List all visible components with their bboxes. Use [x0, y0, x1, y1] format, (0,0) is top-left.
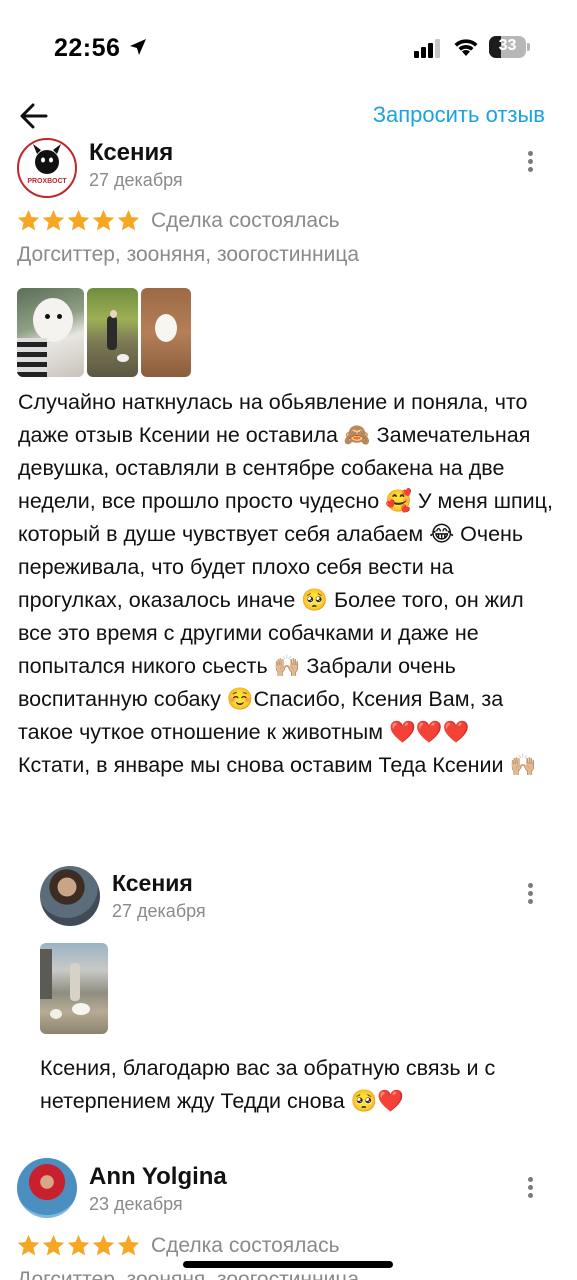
star-icon	[17, 1234, 40, 1256]
review2-author-name[interactable]: Ann Yolgina	[89, 1163, 227, 1191]
cellular-signal-icon	[414, 39, 440, 58]
request-review-link[interactable]: Запросить отзыв	[373, 102, 545, 128]
star-icon	[117, 1234, 140, 1256]
rating-stars	[16, 208, 141, 233]
reply-body-text: Ксения, благодарю вас за обратную связь …	[40, 1056, 496, 1113]
review-author-name[interactable]: Ксения	[89, 139, 173, 167]
star-icon	[42, 1234, 65, 1256]
reply-more-menu[interactable]	[520, 880, 540, 910]
author-avatar[interactable]: PROХВОСТ	[17, 138, 77, 198]
reply-author-avatar[interactable]	[40, 866, 100, 926]
star-icon	[92, 209, 115, 231]
review-category: Догситтер, зооняня, зоогостинница	[17, 243, 360, 266]
review-photo-1[interactable]	[17, 288, 84, 377]
star-icon	[117, 209, 140, 231]
location-arrow-icon	[130, 39, 146, 55]
star-icon	[92, 1234, 115, 1256]
review-photo-3[interactable]	[141, 288, 191, 377]
star-icon	[67, 1234, 90, 1256]
battery-icon: 33	[489, 36, 531, 58]
rating-stars	[16, 1233, 141, 1258]
review-more-menu[interactable]	[520, 148, 540, 178]
avatar-logo-text: PROХВОСТ	[27, 178, 67, 185]
author-avatar-2[interactable]	[17, 1158, 77, 1218]
review-date: 27 декабря	[89, 170, 183, 190]
review-photo-2[interactable]	[87, 288, 138, 377]
review2-rating: Сделка состоялась	[16, 1233, 340, 1258]
review2-date: 23 декабря	[89, 1194, 183, 1214]
deal-status-2: Сделка состоялась	[151, 1233, 340, 1257]
battery-percent: 33	[498, 37, 517, 54]
back-arrow-icon[interactable]	[16, 98, 56, 134]
deal-status: Сделка состоялась	[151, 208, 340, 232]
reply-date: 27 декабря	[112, 901, 206, 921]
reply-author-name[interactable]: Ксения	[112, 870, 193, 897]
review2-category: Догситтер, зооняня, зоогостинница	[17, 1268, 360, 1280]
reply-photo[interactable]	[40, 943, 108, 1034]
star-icon	[67, 209, 90, 231]
status-time: 22:56	[54, 34, 121, 62]
review-rating: Сделка состоялась	[16, 208, 340, 233]
wifi-icon	[454, 39, 478, 56]
review2-more-menu[interactable]	[520, 1174, 540, 1204]
home-indicator[interactable]	[183, 1261, 393, 1268]
status-bar: 22:56 33	[0, 0, 577, 95]
dog-logo-icon: PROХВОСТ	[27, 144, 67, 185]
star-icon	[17, 209, 40, 231]
review-body-text: Случайно наткнулась на обьявление и поня…	[18, 390, 553, 777]
star-icon	[42, 209, 65, 231]
